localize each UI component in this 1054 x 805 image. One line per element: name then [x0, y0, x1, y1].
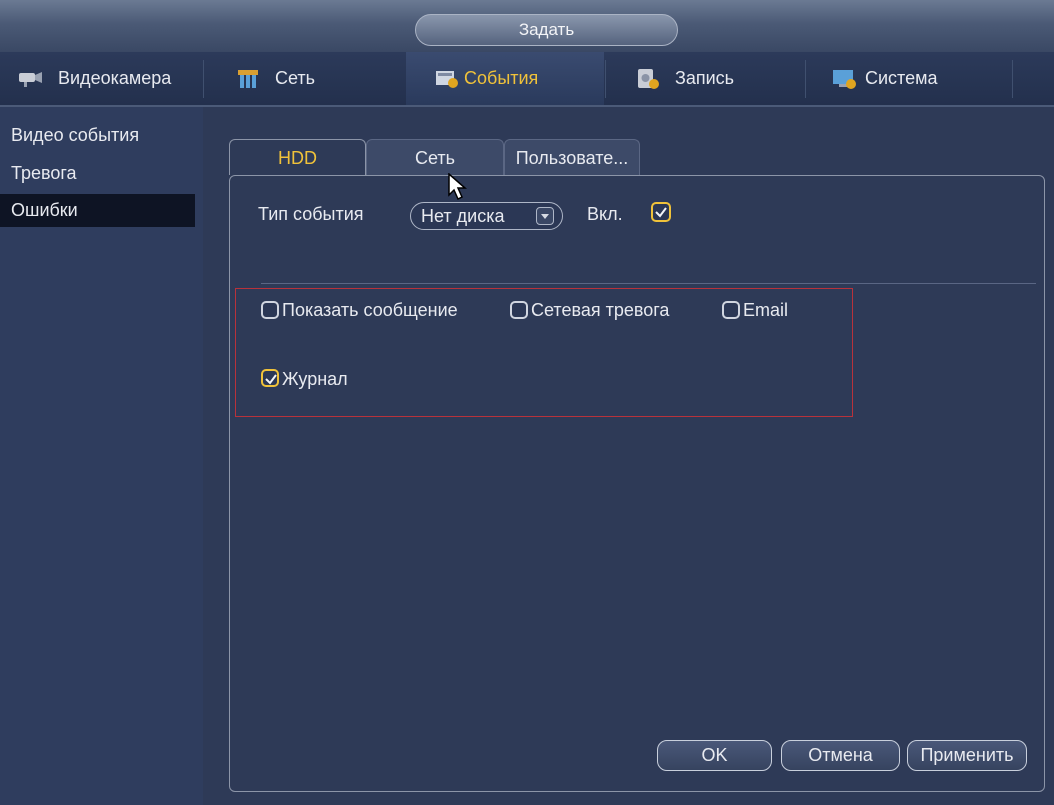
nav-item-camera[interactable]: Видеокамера: [18, 52, 203, 105]
sidebar-item-errors[interactable]: Ошибки: [0, 194, 195, 227]
nav-label: Система: [865, 68, 938, 88]
nav-item-events[interactable]: События: [406, 52, 604, 105]
mouse-cursor-icon: [448, 173, 467, 201]
window-title: Задать: [415, 14, 678, 46]
divider: [261, 283, 1036, 284]
events-icon: [434, 68, 460, 90]
email-checkbox[interactable]: [722, 301, 740, 319]
apply-button[interactable]: Применить: [907, 740, 1027, 771]
nav-label: Сеть: [275, 68, 316, 88]
nav-divider: [805, 60, 806, 98]
nav-divider: [203, 60, 204, 98]
event-type-select[interactable]: Нет диска: [410, 202, 563, 230]
ok-button[interactable]: OK: [657, 740, 772, 771]
main-nav: Видеокамера Сеть События Запись Система: [0, 52, 1054, 107]
network-icon: [235, 68, 261, 90]
settings-panel: [229, 175, 1045, 792]
chevron-down-icon: [536, 207, 554, 225]
storage-icon: [635, 68, 661, 90]
system-icon: [831, 68, 857, 90]
show-message-checkbox[interactable]: [261, 301, 279, 319]
event-type-value: Нет диска: [421, 206, 505, 226]
camera-icon: [18, 68, 44, 90]
email-label: Email: [743, 300, 789, 320]
check-icon: [655, 207, 667, 218]
nav-divider: [1012, 60, 1013, 98]
enable-label: Вкл.: [587, 204, 623, 224]
network-alarm-label: Сетевая тревога: [531, 300, 670, 320]
nav-item-network[interactable]: Сеть: [235, 52, 405, 105]
cancel-button[interactable]: Отмена: [781, 740, 900, 771]
nav-label: Запись: [675, 68, 735, 88]
event-type-label: Тип события: [258, 204, 364, 224]
tab-user[interactable]: Пользовате...: [504, 139, 640, 175]
content-area: HDD Сеть Пользовате... Тип события Нет д…: [203, 107, 1054, 805]
nav-divider: [605, 60, 606, 98]
log-checkbox[interactable]: [261, 369, 279, 387]
nav-label: Видеокамера: [58, 68, 172, 88]
sidebar-item-video-events[interactable]: Видео события: [0, 119, 195, 152]
title-bar: Задать: [0, 0, 1054, 52]
tab-hdd[interactable]: HDD: [229, 139, 366, 175]
enable-checkbox[interactable]: [651, 202, 671, 222]
sidebar: Видео события Тревога Ошибки: [0, 107, 203, 805]
nav-label: События: [464, 68, 539, 88]
nav-item-storage[interactable]: Запись: [635, 52, 805, 105]
show-message-label: Показать сообщение: [282, 300, 458, 320]
sidebar-item-alarm[interactable]: Тревога: [0, 157, 195, 190]
nav-item-system[interactable]: Система: [831, 52, 1011, 105]
log-label: Журнал: [282, 369, 348, 389]
tab-network[interactable]: Сеть: [366, 139, 504, 175]
network-alarm-checkbox[interactable]: [510, 301, 528, 319]
check-icon: [265, 374, 277, 385]
